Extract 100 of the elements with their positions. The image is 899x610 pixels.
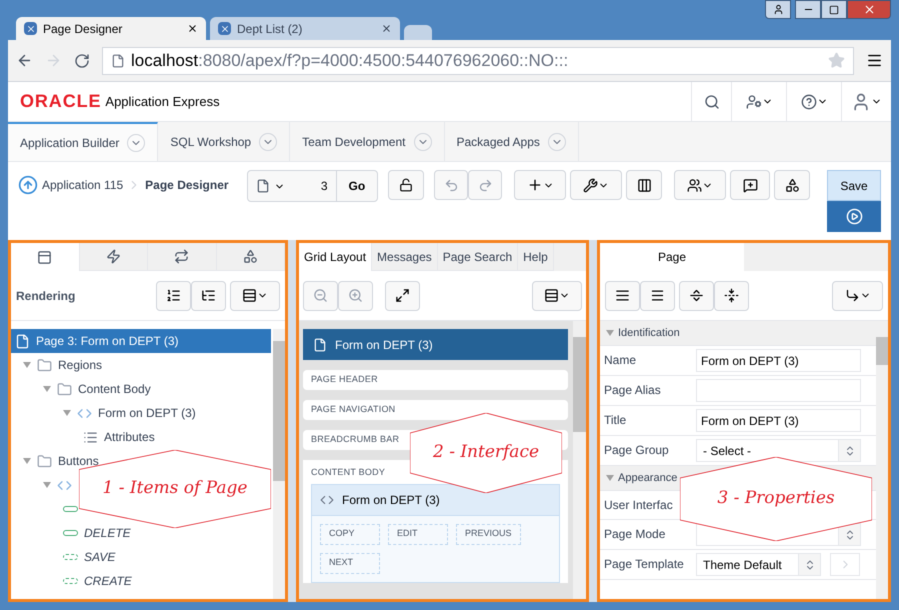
layout-position[interactable]: PAGE NAVIGATION: [303, 400, 568, 420]
run-button[interactable]: [827, 201, 881, 232]
close-tab-icon[interactable]: [381, 23, 392, 34]
expand-icon: [724, 288, 739, 303]
panel-tab[interactable]: [216, 243, 285, 271]
expand-arrow-icon[interactable]: [43, 385, 51, 393]
panel-tab[interactable]: Page: [600, 243, 744, 271]
user-button[interactable]: [765, 0, 791, 19]
up-icon[interactable]: [18, 175, 38, 195]
list-icon: [83, 430, 98, 444]
tree-item[interactable]: Form on DEPT (3): [63, 401, 200, 425]
tree-item[interactable]: Content Body: [43, 377, 155, 401]
panel-tab[interactable]: [148, 243, 216, 271]
page-selector[interactable]: 3 Go: [246, 170, 378, 202]
expand-button[interactable]: [385, 280, 420, 310]
region-button[interactable]: NEXT: [320, 552, 380, 574]
panel-tab[interactable]: Messages: [372, 243, 438, 271]
collapse-view-button[interactable]: [605, 280, 640, 310]
chevron-icon[interactable]: [259, 132, 278, 150]
text-field[interactable]: Form on DEPT (3): [696, 409, 861, 432]
tree-item[interactable]: Attributes: [83, 425, 159, 449]
section-header[interactable]: Identification: [600, 321, 876, 346]
page-header-bar[interactable]: Form on DEPT (3): [303, 329, 568, 360]
view-menu-button[interactable]: [230, 280, 280, 310]
expand-arrow-icon[interactable]: [43, 481, 51, 489]
zoom-out-button[interactable]: [303, 280, 338, 310]
chevron-icon[interactable]: [548, 132, 566, 150]
close-button[interactable]: [847, 0, 891, 19]
help-icon: [800, 94, 816, 110]
tree-item[interactable]: Page 3: Form on DEPT (3): [11, 329, 271, 353]
view-menu-button[interactable]: [532, 280, 582, 310]
chevron-icon[interactable]: [127, 134, 146, 152]
zoom-in-button[interactable]: [338, 280, 373, 310]
region-button[interactable]: EDIT: [388, 524, 448, 544]
reload-icon[interactable]: [74, 52, 90, 68]
nav-tab[interactable]: Application Builder: [8, 122, 158, 161]
layout-position[interactable]: PAGE HEADER: [303, 370, 568, 390]
panel-tab[interactable]: Page Search: [438, 243, 518, 271]
zoom-in-icon: [348, 288, 363, 303]
expand-arrow-icon[interactable]: [23, 457, 31, 465]
scrollbar[interactable]: [573, 321, 586, 599]
maximize-icon: [829, 4, 839, 14]
utilities-menu-button[interactable]: [570, 170, 622, 200]
tab-title: Dept List (2): [237, 20, 304, 38]
tab-favicon-icon: [218, 22, 231, 35]
bookmark-star-icon[interactable]: [828, 52, 845, 69]
address-bar[interactable]: localhost:8080/apex/f?p=4000:4500:544076962060::NO:::: [102, 46, 854, 74]
browser-tab[interactable]: Page Designer: [16, 17, 206, 40]
undo-button[interactable]: [434, 170, 468, 200]
region-card[interactable]: Form on DEPT (3) COPY EDIT PREVIOUS NEXT: [311, 484, 560, 582]
redo-button[interactable]: [468, 170, 502, 200]
region-button[interactable]: COPY: [320, 524, 380, 544]
expand-icon: [395, 288, 410, 303]
tree-item[interactable]: SAVE: [63, 545, 120, 569]
component-view-button[interactable]: [156, 280, 191, 310]
user-gear-icon: [746, 94, 762, 110]
nav-tab[interactable]: SQL Workshop: [158, 122, 290, 161]
save-button[interactable]: Save: [827, 170, 881, 201]
text-field[interactable]: [696, 379, 861, 402]
text-field[interactable]: Form on DEPT (3): [696, 349, 861, 372]
expand-view-button[interactable]: [640, 280, 675, 310]
menu-icon[interactable]: [866, 52, 883, 69]
nav-tab[interactable]: Team Development: [290, 122, 444, 161]
panel-tab[interactable]: Grid Layout: [299, 243, 372, 271]
region-button[interactable]: PREVIOUS: [456, 524, 521, 544]
tree-item[interactable]: Buttons: [23, 449, 103, 473]
tree-item[interactable]: CREATE: [63, 569, 136, 593]
go-to-group-button[interactable]: [832, 280, 883, 310]
page-icon: [313, 338, 327, 352]
tree-item[interactable]: Regions: [23, 353, 106, 377]
shared-components-button[interactable]: [626, 170, 662, 200]
users-icon: [687, 178, 702, 192]
new-tab-button[interactable]: [404, 25, 432, 40]
breadcrumb-link[interactable]: Application 115: [42, 176, 124, 194]
panel-tab[interactable]: [80, 243, 148, 271]
select-field[interactable]: - Select -: [696, 439, 861, 462]
scrollbar[interactable]: [273, 329, 285, 599]
go-button[interactable]: Go: [336, 171, 378, 201]
list-icon: [201, 288, 216, 303]
panel-tab[interactable]: Help: [518, 243, 554, 271]
expand-arrow-icon[interactable]: [23, 361, 31, 369]
select-field[interactable]: Theme Default: [696, 553, 821, 576]
panel-tab[interactable]: [11, 243, 80, 271]
collapse-all-button[interactable]: [679, 280, 714, 310]
maximize-button[interactable]: [821, 0, 847, 19]
scrollbar[interactable]: [876, 321, 888, 599]
expand-arrow-icon[interactable]: [63, 409, 71, 417]
nav-tab[interactable]: Packaged Apps: [444, 122, 579, 161]
comments-button[interactable]: [730, 170, 770, 200]
browser-tab[interactable]: Dept List (2): [210, 17, 400, 40]
minimize-button[interactable]: [795, 0, 821, 19]
team-menu-button[interactable]: [674, 170, 726, 200]
back-icon[interactable]: [16, 52, 33, 69]
shapes-button[interactable]: [774, 170, 810, 200]
close-tab-icon[interactable]: [187, 23, 198, 34]
unlock-button[interactable]: [388, 170, 424, 200]
tree-item[interactable]: DELETE: [63, 521, 135, 545]
grouped-view-button[interactable]: [191, 280, 226, 310]
chevron-icon[interactable]: [414, 132, 432, 150]
expand-all-button[interactable]: [714, 280, 749, 310]
